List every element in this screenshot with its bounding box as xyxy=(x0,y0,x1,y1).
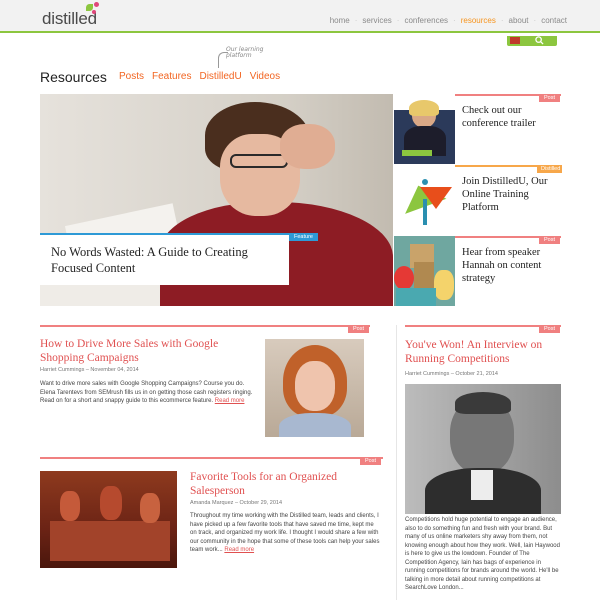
article-meta: Harriet Cummings – October 21, 2014 xyxy=(405,371,498,377)
read-more-link[interactable]: Read more xyxy=(224,547,254,553)
post-badge: Post xyxy=(348,325,370,333)
side-card-hannah[interactable]: Hear from speaker Hannah on content stra… xyxy=(394,236,561,306)
article-meta: Harriet Cummings – November 04, 2014 xyxy=(40,367,139,373)
hero-caption[interactable]: No Words Wasted: A Guide to Creating Foc… xyxy=(40,233,289,285)
article-meta: Amanda Marquez – October 29, 2014 xyxy=(190,500,283,506)
side-card-title[interactable]: Check out our conference trailer xyxy=(462,104,558,130)
subnav-distilledu[interactable]: DistilledU xyxy=(199,71,241,82)
side-card-conference-trailer[interactable]: Check out our conference trailer xyxy=(394,94,561,164)
card-rule xyxy=(40,325,370,327)
uk-flag-icon[interactable] xyxy=(510,37,520,44)
card-rule xyxy=(40,457,383,459)
page-title: Resources xyxy=(40,69,107,85)
distilled-badge: Distilled xyxy=(537,165,563,173)
post-badge: Post xyxy=(360,457,382,465)
nav-item-about[interactable]: about xyxy=(504,16,534,25)
post-badge: Post xyxy=(539,325,561,333)
read-more-link[interactable]: Read more xyxy=(215,398,245,404)
subnav-features[interactable]: Features xyxy=(152,71,191,82)
article-excerpt: Competitions hold huge potential to enga… xyxy=(405,517,560,591)
nav-item-contact[interactable]: contact xyxy=(536,16,572,25)
post-badge: Post xyxy=(539,236,561,244)
side-card-distilledu[interactable]: Join DistilledU, Our Online Training Pla… xyxy=(394,165,561,235)
subnav-videos[interactable]: Videos xyxy=(250,71,280,82)
article-title[interactable]: Favorite Tools for an Organized Salesper… xyxy=(190,470,370,498)
logo-dot-icon xyxy=(94,2,99,7)
nav-item-resources[interactable]: resources xyxy=(456,16,501,25)
article-title[interactable]: How to Drive More Sales with Google Shop… xyxy=(40,337,255,365)
side-card-title[interactable]: Hear from speaker Hannah on content stra… xyxy=(462,246,558,285)
card-rule xyxy=(405,325,561,327)
tools-photo[interactable] xyxy=(40,471,177,568)
conference-trailer-thumbnail[interactable] xyxy=(394,94,455,164)
site-header: distilled home · services · conferences … xyxy=(0,0,600,33)
logo[interactable]: distilled xyxy=(42,9,97,29)
search-icon[interactable] xyxy=(535,36,544,47)
iain-photo[interactable] xyxy=(405,384,561,514)
subnav-posts[interactable]: Posts xyxy=(119,71,144,82)
nav-item-conferences[interactable]: conferences xyxy=(399,16,453,25)
article-excerpt: Throughout my time working with the Dist… xyxy=(190,513,380,553)
feature-badge: Feature xyxy=(289,233,318,241)
distilledu-thumbnail[interactable] xyxy=(394,165,455,235)
main-nav: home · services · conferences · resource… xyxy=(325,16,572,25)
post-badge: Post xyxy=(539,94,561,102)
hero-title[interactable]: No Words Wasted: A Guide to Creating Foc… xyxy=(51,244,283,276)
learning-platform-annotation: Our learning platform xyxy=(226,46,264,59)
harriet-photo[interactable] xyxy=(265,339,364,437)
article-excerpt: Want to drive more sales with Google Sho… xyxy=(40,381,253,404)
logo-drop-icon xyxy=(92,10,96,14)
nav-item-services[interactable]: services xyxy=(357,16,396,25)
article-title[interactable]: You've Won! An Interview on Running Comp… xyxy=(405,338,561,366)
nav-item-home[interactable]: home xyxy=(325,16,355,25)
hannah-thumbnail[interactable] xyxy=(394,236,455,306)
resource-subnav: Posts Features DistilledU Videos xyxy=(119,71,280,82)
side-card-title[interactable]: Join DistilledU, Our Online Training Pla… xyxy=(462,175,558,214)
column-divider xyxy=(396,325,397,600)
